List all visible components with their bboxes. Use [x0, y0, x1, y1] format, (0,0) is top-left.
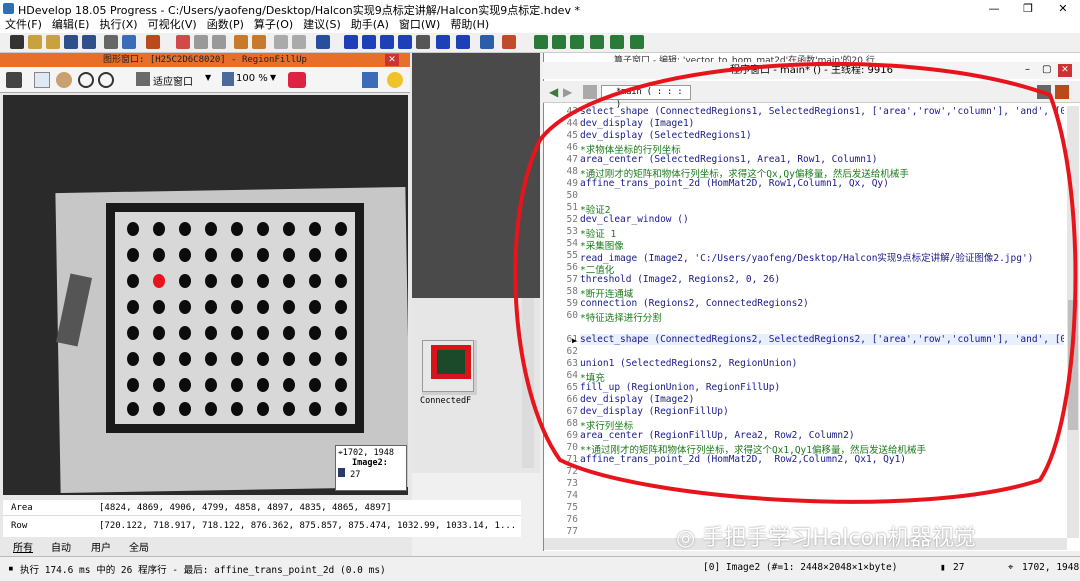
gray-value: 27: [953, 562, 965, 573]
image-info: [0] Image2 (#=1: 2448×2048×1×byte): [703, 562, 898, 573]
gray-swatch-icon: ▮: [940, 562, 946, 573]
crosshair-icon: ⌖: [1008, 562, 1014, 573]
wechat-icon: ◎: [676, 526, 696, 551]
watermark-text: 手把手学习Halcon机器视觉: [702, 526, 976, 551]
watermark: ◎ 手把手学习Halcon机器视觉: [676, 520, 976, 552]
status-bar: ▪ 执行 174.6 ms 中的 26 程序行 - 最后: affine_tra…: [0, 556, 1080, 581]
status-icon: ▪: [8, 563, 14, 574]
red-annotation-ellipse: [513, 61, 1078, 504]
status-text: 执行 174.6 ms 中的 26 程序行 - 最后: affine_trans…: [20, 565, 386, 576]
coord-readout: 1702, 1948: [1022, 562, 1080, 573]
